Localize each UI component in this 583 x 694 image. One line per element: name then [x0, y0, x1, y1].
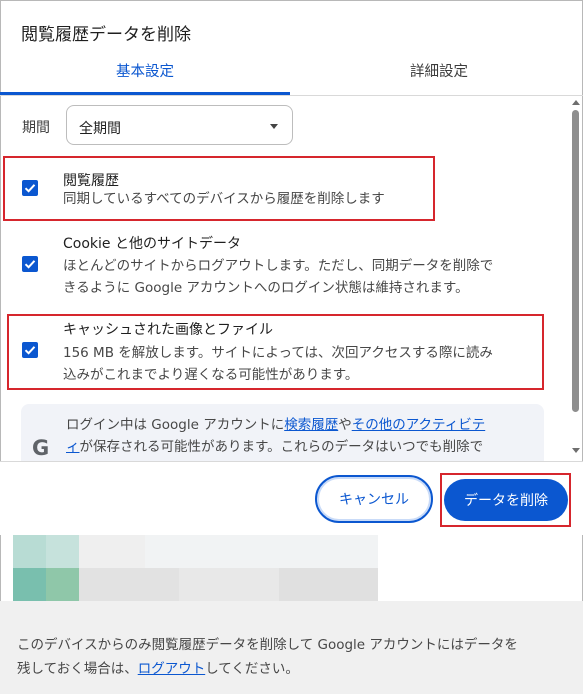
checkbox-browsing-history[interactable] — [22, 180, 38, 196]
footer-rule — [0, 461, 583, 462]
cancel-button[interactable]: キャンセル — [315, 475, 433, 523]
browsing-history-desc: 同期しているすべてのデバイスから履歴を削除します — [63, 191, 385, 207]
checkbox-cookies[interactable] — [22, 256, 38, 272]
period-select[interactable]: 全期間 — [66, 105, 293, 145]
period-label: 期間 — [22, 120, 50, 136]
cookies-desc-line2: きるように Google アカウントへのログイン状態は維持されます。 — [63, 280, 469, 296]
caret-down-icon — [270, 124, 278, 129]
scroll-up-icon[interactable] — [572, 100, 580, 105]
period-select-value: 全期間 — [79, 121, 121, 137]
browsing-history-title: 閲覧履歴 — [63, 173, 119, 189]
check-icon — [24, 184, 36, 193]
tab-advanced[interactable]: 詳細設定 — [410, 60, 468, 81]
other-activity-link-cont[interactable]: ィ — [66, 439, 80, 455]
cache-title: キャッシュされた画像とファイル — [63, 322, 273, 338]
check-icon — [24, 346, 36, 355]
cookies-title: Cookie と他のサイトデータ — [63, 236, 241, 252]
other-activity-link[interactable]: その他のアクティビテ — [352, 417, 486, 433]
cache-desc-line1: 156 MB を解放します。サイトによっては、次回アクセスする際に読み — [63, 345, 493, 361]
signout-note: このデバイスからのみ閲覧履歴データを削除して Google アカウントにはデータ… — [17, 637, 518, 677]
tab-divider — [0, 95, 583, 96]
dialog-title: 閲覧履歴データを削除 — [21, 25, 191, 45]
scrollbar-thumb[interactable] — [572, 110, 579, 412]
search-history-link[interactable]: 検索履歴 — [284, 417, 338, 433]
delete-data-button[interactable]: データを削除 — [444, 479, 568, 521]
scroll-down-icon[interactable] — [572, 448, 580, 453]
tab-basic[interactable]: 基本設定 — [116, 60, 174, 81]
signout-link[interactable]: ログアウト — [138, 661, 206, 677]
info-text: ログイン中は Google アカウントに検索履歴やその他のアクティビテ ィが保存さ… — [66, 417, 486, 455]
blurred-account-area — [13, 535, 378, 601]
checkbox-cache[interactable] — [22, 342, 38, 358]
cookies-desc-line1: ほとんどのサイトからログアウトします。ただし、同期データを削除で — [63, 258, 494, 274]
cache-desc-line2: 込みがこれまでより遅くなる可能性があります。 — [63, 367, 359, 383]
google-g-icon: G — [32, 436, 50, 460]
check-icon — [24, 260, 36, 269]
